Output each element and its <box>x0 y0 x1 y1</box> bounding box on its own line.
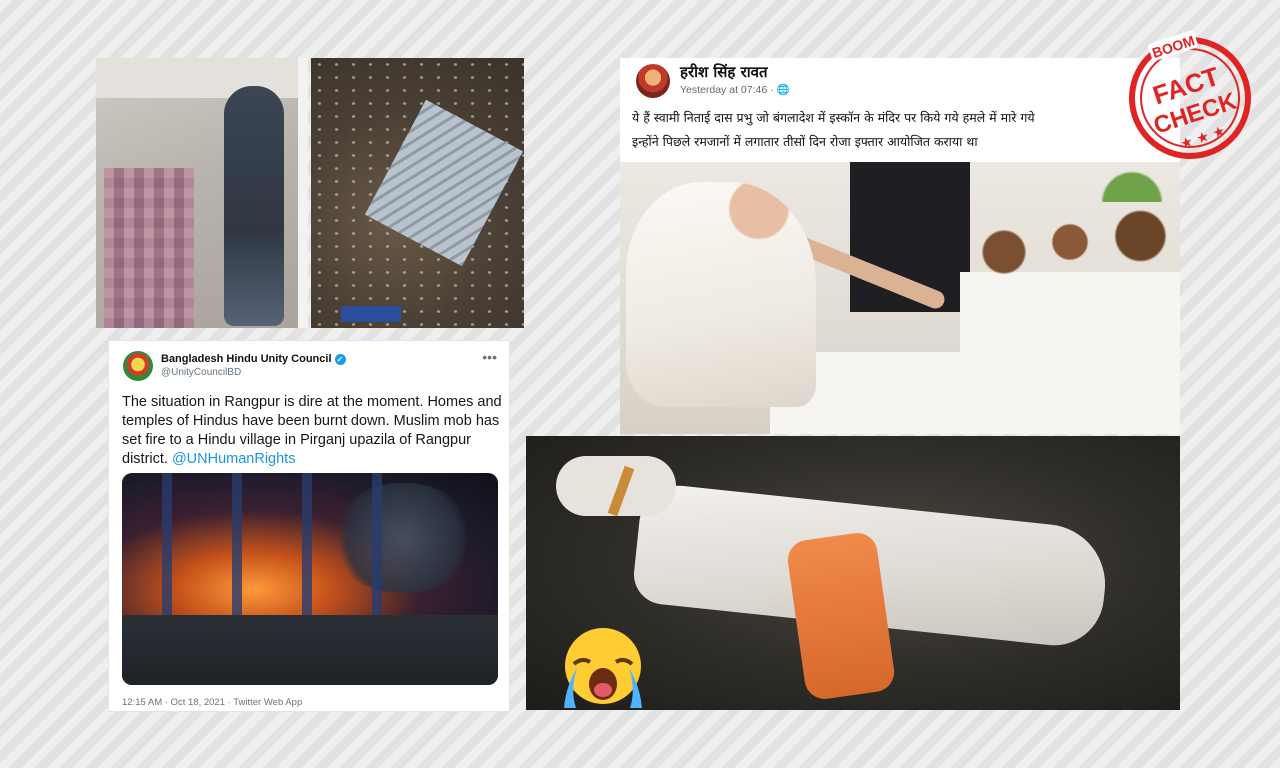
fb-text-line-1: ये हैं स्वामी निताई दास प्रभु जो बंगलादे… <box>632 110 1035 125</box>
tweet-author-name[interactable]: Bangladesh Hindu Unity Council ✓ <box>161 353 346 365</box>
pixelated-blur <box>104 168 194 328</box>
fb-post-photo-iftar[interactable] <box>620 162 1180 434</box>
fb-timestamp[interactable]: Yesterday at 07:46 · 🌐 <box>680 83 790 96</box>
tweet-media-fire-video[interactable] <box>122 473 498 685</box>
globe-icon: 🌐 <box>776 84 790 96</box>
video-still-blurred-victim <box>96 58 308 328</box>
video-still-overhead-mob <box>311 58 524 328</box>
avatar[interactable] <box>636 64 670 98</box>
men-with-caps <box>960 192 1180 392</box>
monk-figure <box>626 182 816 407</box>
fact-check-stamp-logo: BOOM FACT CHECK ★ ★ ★ <box>1120 22 1260 168</box>
tweet-timestamp[interactable]: 12:15 AM · Oct 18, 2021 · Twitter Web Ap… <box>122 697 302 708</box>
tweet-text: The situation in Rangpur is dire at the … <box>122 393 502 469</box>
author-name-text: Bangladesh Hindu Unity Council <box>161 353 332 365</box>
photo-body-on-ground <box>526 436 1180 710</box>
crying-face-icon <box>564 628 642 708</box>
fb-text-line-2: इन्होंने पिछले रमजानों में लगातार तीसों … <box>632 134 978 149</box>
tweet-card[interactable]: Bangladesh Hindu Unity Council ✓ @UnityCo… <box>108 340 510 712</box>
more-options-icon[interactable]: ••• <box>482 349 497 365</box>
timestamp-text: Yesterday at 07:46 · <box>680 84 774 96</box>
avatar[interactable] <box>123 351 153 381</box>
attacker-figure <box>224 86 284 326</box>
fb-post-text: ये हैं स्वामी निताई दास प्रभु जो बंगलादे… <box>632 106 1177 154</box>
verified-badge-icon: ✓ <box>334 353 346 365</box>
facebook-post: हरीश सिंह रावत Yesterday at 07:46 · 🌐 ये… <box>620 58 1180 434</box>
mention-link[interactable]: @UNHumanRights <box>172 451 296 467</box>
fb-author-name[interactable]: हरीश सिंह रावत <box>680 62 768 82</box>
tweet-handle[interactable]: @UnityCouncilBD <box>161 367 241 378</box>
